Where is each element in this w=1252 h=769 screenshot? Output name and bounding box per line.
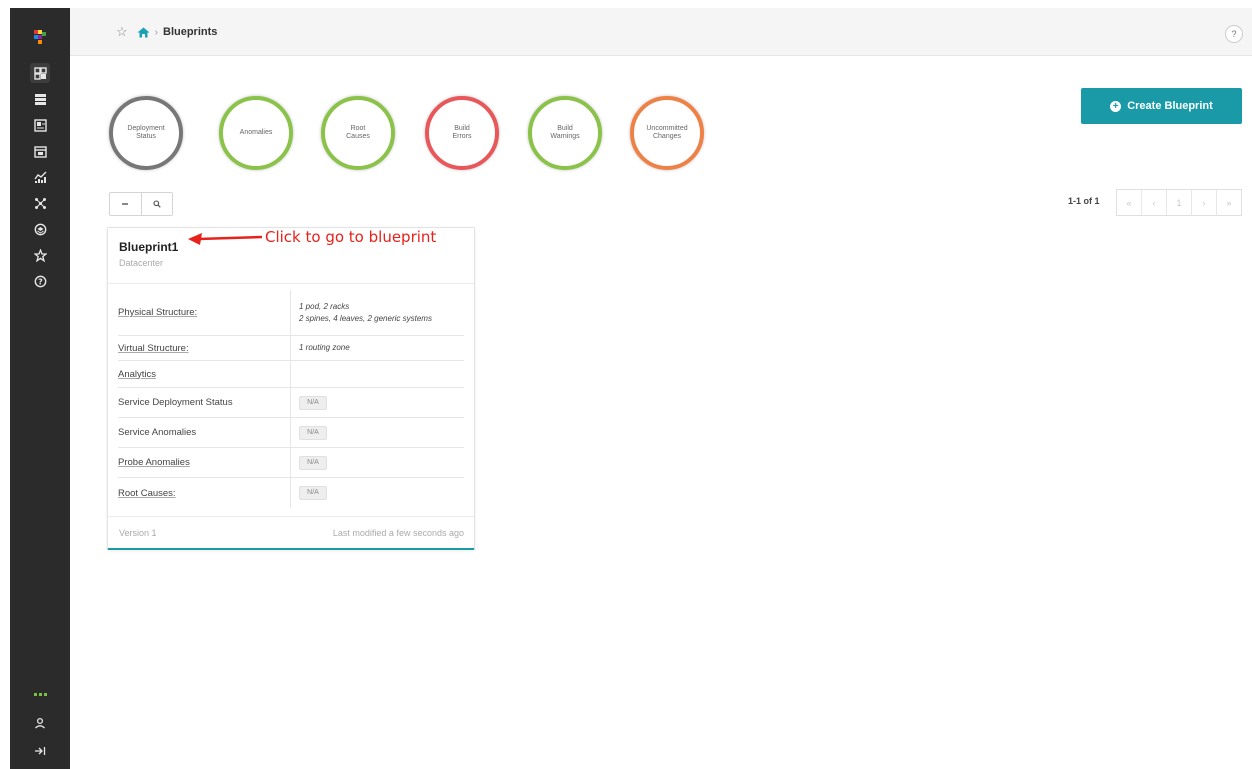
physical-structure-pods: 1 pod, 2 racks	[299, 301, 350, 311]
next-page-button[interactable]: ›	[1191, 190, 1216, 215]
row-service-anomalies: Service Anomalies N/A	[118, 418, 464, 448]
service-anomalies-value: N/A	[290, 418, 464, 447]
pagination-summary: 1-1 of 1	[1068, 196, 1100, 206]
plus-circle-icon: +	[1110, 100, 1122, 112]
gauge-anomalies[interactable]: Anomalies	[219, 96, 293, 170]
divider	[108, 283, 474, 284]
gauge-label: Build Warnings	[550, 125, 580, 140]
logout-icon[interactable]	[30, 741, 50, 761]
row-root-causes: Root Causes: N/A	[118, 478, 464, 508]
analytics-link[interactable]: Analytics	[118, 361, 290, 387]
create-blueprint-label: Create Blueprint	[1127, 100, 1213, 112]
favorites-nav-icon[interactable]	[30, 245, 50, 265]
gauge-label: Deployment Status	[127, 125, 165, 140]
devices-nav-icon[interactable]	[30, 89, 50, 109]
virtual-structure-zones: 1 routing zone	[299, 343, 350, 352]
user-icon[interactable]	[30, 713, 50, 733]
breadcrumb-separator-icon: ›	[154, 26, 158, 38]
sidebar: ?	[0, 0, 70, 769]
root-causes-link[interactable]: Root Causes:	[118, 478, 290, 508]
help-nav-icon[interactable]: ?	[30, 271, 50, 291]
first-page-button[interactable]: «	[1117, 190, 1141, 215]
analytics-values	[290, 361, 464, 387]
app-logo[interactable]	[34, 30, 46, 44]
gauge-uncommitted-changes[interactable]: Uncommitted Changes	[630, 96, 704, 170]
list-toolbar	[109, 192, 173, 216]
physical-structure-devices: 2 spines, 4 leaves, 2 generic systems	[299, 313, 432, 323]
topology-nav-icon[interactable]	[30, 193, 50, 213]
breadcrumb: ☆ › Blueprints	[116, 24, 217, 40]
blueprint-version: Version 1	[119, 528, 157, 538]
probe-anomalies-value: N/A	[290, 448, 464, 477]
blueprint-card[interactable]: Blueprint1 Datacenter Physical Structure…	[107, 227, 475, 550]
row-probe-anomalies: Probe Anomalies N/A	[118, 448, 464, 478]
row-physical-structure: Physical Structure: 1 pod, 2 racks 2 spi…	[118, 290, 464, 336]
search-button[interactable]	[140, 193, 173, 215]
blueprint-title-link[interactable]: Blueprint1	[119, 240, 178, 254]
physical-structure-values: 1 pod, 2 racks 2 spines, 4 leaves, 2 gen…	[290, 290, 464, 335]
favorite-star-icon[interactable]: ☆	[116, 24, 128, 40]
gauge-root-causes[interactable]: Root Causes	[321, 96, 395, 170]
probe-anomalies-link[interactable]: Probe Anomalies	[118, 448, 290, 477]
blueprints-nav-icon[interactable]	[30, 63, 50, 83]
virtual-structure-link[interactable]: Virtual Structure:	[118, 336, 290, 360]
search-icon	[153, 200, 161, 208]
virtual-structure-values: 1 routing zone	[290, 336, 464, 360]
gauge-label: Root Causes	[346, 125, 370, 140]
service-deployment-status-label: Service Deployment Status	[118, 397, 233, 408]
service-deployment-status-value: N/A	[290, 388, 464, 417]
svg-text:?: ?	[38, 277, 43, 286]
gauge-label: Build Errors	[452, 125, 472, 140]
resources-nav-icon[interactable]	[30, 141, 50, 161]
row-service-deployment-status: Service Deployment Status N/A	[118, 388, 464, 418]
divider	[108, 516, 474, 517]
page-1-button[interactable]: 1	[1166, 190, 1191, 215]
help-button[interactable]: ?	[1225, 25, 1243, 43]
design-nav-icon[interactable]	[30, 115, 50, 135]
service-anomalies-label: Service Anomalies	[118, 427, 197, 438]
blueprint-last-modified: Last modified a few seconds ago	[332, 528, 464, 538]
row-virtual-structure: Virtual Structure: 1 routing zone	[118, 336, 464, 361]
analytics-nav-icon[interactable]	[30, 167, 50, 187]
sidebar-nav: ?	[10, 8, 70, 769]
na-badge: N/A	[299, 425, 327, 440]
status-dots-icon[interactable]	[30, 684, 50, 704]
na-badge: N/A	[299, 486, 327, 500]
breadcrumb-current: Blueprints	[163, 26, 218, 38]
gauge-label: Anomalies	[239, 129, 273, 136]
top-bar: ☆ › Blueprints ?	[70, 8, 1252, 56]
root-causes-value: N/A	[290, 478, 464, 508]
gauge-build-warnings[interactable]: Build Warnings	[528, 96, 602, 170]
blueprint-type: Datacenter	[119, 258, 164, 268]
gauge-build-errors[interactable]: Build Errors	[425, 96, 499, 170]
na-badge: N/A	[299, 395, 327, 410]
row-analytics: Analytics	[118, 361, 464, 388]
minus-icon	[122, 203, 129, 205]
collapse-button[interactable]	[110, 193, 141, 215]
annotation-text: Click to go to blueprint	[265, 228, 437, 246]
layers-nav-icon[interactable]	[30, 219, 50, 239]
pagination: « ‹ 1 › »	[1116, 189, 1242, 216]
na-badge: N/A	[299, 455, 327, 470]
gauge-deployment-status[interactable]: Deployment Status	[109, 96, 183, 170]
physical-structure-link[interactable]: Physical Structure:	[118, 290, 290, 335]
prev-page-button[interactable]: ‹	[1141, 190, 1166, 215]
annotation-arrow-icon	[188, 233, 263, 245]
create-blueprint-button[interactable]: + Create Blueprint	[1081, 88, 1242, 124]
last-page-button[interactable]: »	[1216, 190, 1241, 215]
gauge-label: Uncommitted Changes	[646, 125, 688, 140]
home-icon[interactable]	[137, 27, 150, 38]
